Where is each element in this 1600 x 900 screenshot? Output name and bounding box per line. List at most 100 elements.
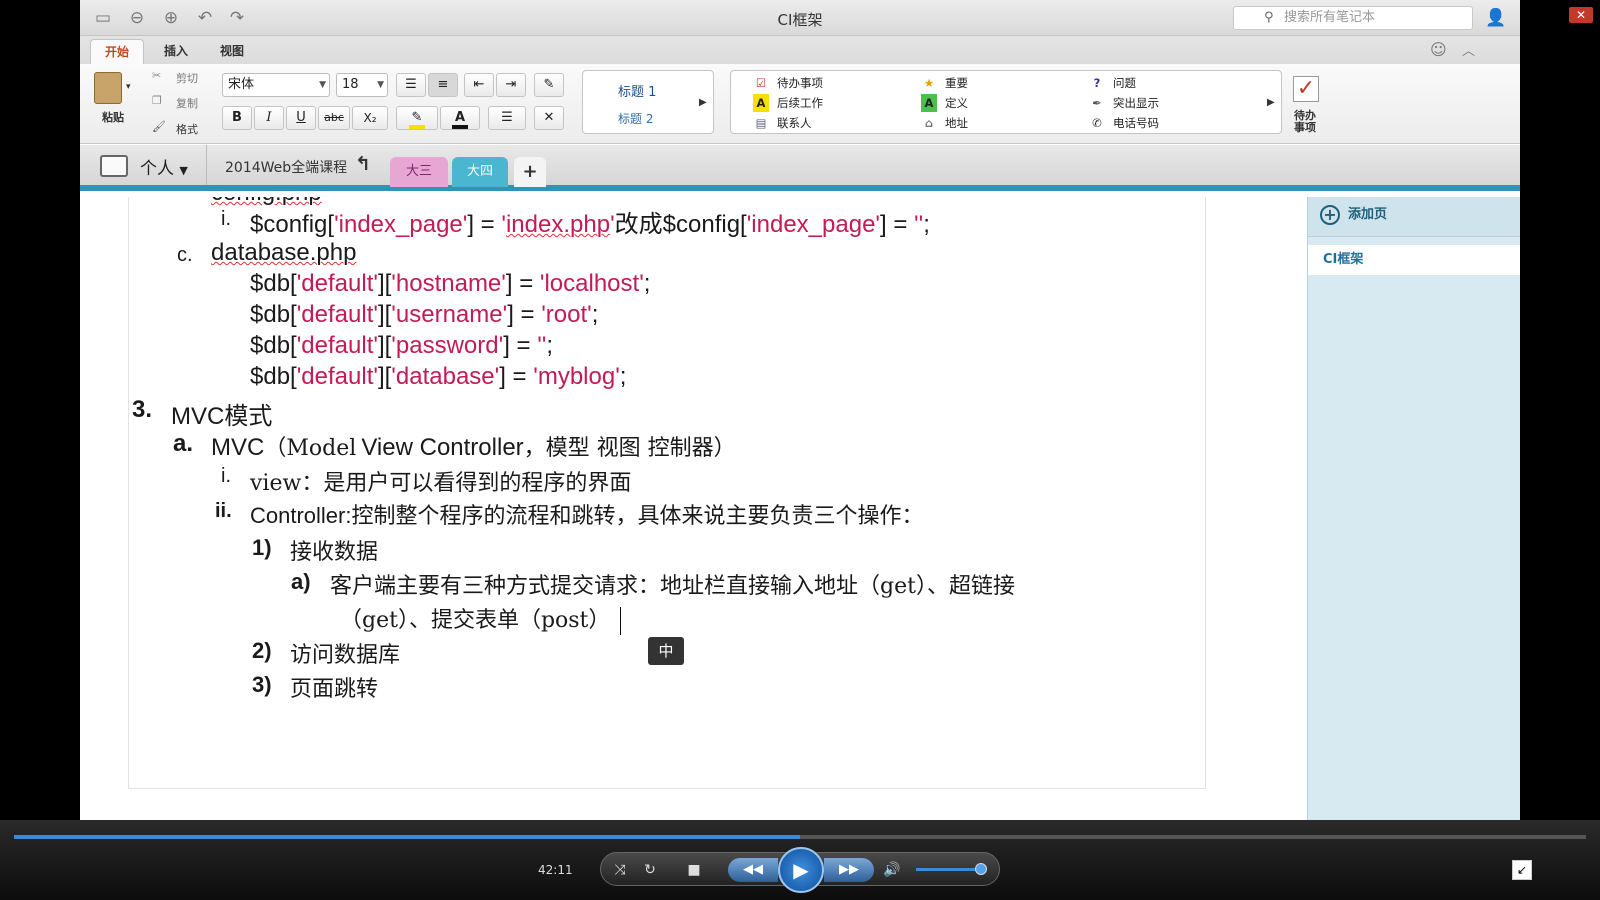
bullet-list-button[interactable]: ☰: [396, 73, 426, 97]
tag-todo[interactable]: ☑ 待办事项: [753, 74, 823, 92]
increase-indent-button[interactable]: ⇥: [496, 73, 526, 97]
volume-slider[interactable]: [916, 863, 987, 875]
paste-button[interactable]: 粘贴: [102, 109, 124, 125]
close-icon[interactable]: ✕: [1569, 7, 1593, 23]
numbered-list-button[interactable]: ≡: [428, 73, 458, 97]
delete-button[interactable]: ✕: [534, 106, 564, 130]
code-text: $db[: [250, 332, 297, 359]
code-string: 'default': [296, 363, 378, 390]
back-arrow-icon[interactable]: ↰: [355, 153, 371, 175]
bold-button[interactable]: B: [222, 106, 252, 130]
italic-button[interactable]: I: [254, 106, 284, 130]
repeat-icon[interactable]: ↻: [637, 858, 663, 882]
tag-label: 电话号码: [1113, 116, 1159, 130]
volume-knob[interactable]: [975, 863, 987, 875]
outline-marker-a-sub: a): [291, 569, 311, 594]
index-page-line: $config['index_page'] = 'index.php'改成$co…: [250, 204, 930, 239]
strikethrough-button[interactable]: abc: [318, 106, 350, 130]
section-group-link[interactable]: 2014Web全端课程: [225, 157, 347, 177]
database-php-heading: database.php: [211, 239, 356, 267]
code-string: 'database': [391, 363, 500, 390]
shuffle-icon[interactable]: ⤨: [607, 858, 633, 882]
plus-circle-icon: +: [1320, 205, 1340, 225]
highlighter-icon: ✎: [408, 110, 426, 129]
request-methods-line-2[interactable]: （get）、提交表单（post）: [340, 602, 622, 635]
note-page[interactable]: b. config.php i. $config['index_page'] =…: [80, 197, 1307, 830]
db-line-database: $db['default']['database'] = 'myblog';: [250, 363, 627, 390]
search-input[interactable]: ⚲ 搜索所有笔记本: [1233, 6, 1473, 30]
outline-marker-ii: ii.: [215, 500, 232, 522]
paste-clipboard-icon[interactable]: [94, 72, 122, 104]
format-painter-button[interactable]: 格式: [176, 121, 198, 137]
add-page-button[interactable]: + 添加页: [1308, 197, 1520, 237]
tab-section-dasan[interactable]: 大三: [390, 157, 448, 187]
volume-icon[interactable]: 🔊: [879, 858, 905, 882]
chevron-down-icon: ▼: [319, 80, 326, 90]
code-string: 'hostname': [391, 270, 506, 297]
subscript-button[interactable]: X₂: [352, 106, 388, 130]
tag-label: 待办事项: [777, 76, 823, 90]
tab-section-dasi[interactable]: 大四: [452, 157, 508, 187]
fast-forward-button[interactable]: ▶▶: [824, 858, 874, 882]
font-name-select[interactable]: 宋体 ▼: [222, 73, 330, 97]
tab-view[interactable]: 视图: [214, 39, 250, 64]
outdent-icon: ⇤: [473, 77, 485, 92]
exit-fullscreen-icon[interactable]: ↙: [1512, 860, 1532, 880]
rewind-icon: ◀◀: [743, 862, 763, 877]
tag-label: 后续工作: [777, 96, 823, 110]
progress-fill: [14, 835, 800, 839]
progress-track[interactable]: [14, 835, 1586, 839]
tag-definition[interactable]: A 定义: [921, 94, 968, 112]
tag-question[interactable]: ? 问题: [1089, 74, 1136, 92]
font-size-select[interactable]: 18 ▼: [336, 73, 388, 97]
copy-button[interactable]: 复制: [176, 95, 198, 111]
clear-formatting-button[interactable]: ✎: [534, 73, 564, 97]
outline-marker-i: i.: [221, 208, 231, 230]
add-section-button[interactable]: +: [514, 157, 546, 187]
align-button[interactable]: ☰: [488, 106, 526, 130]
tab-insert[interactable]: 插入: [158, 39, 194, 64]
page-item-ci[interactable]: CI框架: [1308, 245, 1520, 275]
tags-more-arrow-icon[interactable]: ▶: [1267, 97, 1275, 108]
phone-icon: ✆: [1092, 116, 1102, 130]
paste-dropdown-icon[interactable]: ▾: [126, 82, 131, 92]
db-line-hostname: $db['default']['hostname'] = 'localhost'…: [250, 270, 651, 297]
rewind-button[interactable]: ◀◀: [728, 858, 778, 882]
tag-followup[interactable]: A 后续工作: [753, 94, 823, 112]
mvc-model: （Model: [264, 436, 357, 461]
highlight-color-button[interactable]: ✎: [396, 106, 438, 130]
tag-contact[interactable]: ▤ 联系人: [753, 114, 812, 132]
font-color-button[interactable]: A: [440, 106, 480, 130]
cut-button[interactable]: 剪切: [176, 70, 198, 86]
outline-marker-i: i.: [221, 465, 231, 487]
underline-button[interactable]: U: [286, 106, 316, 130]
copy-icon: ❐: [152, 94, 162, 107]
notebook-selector[interactable]: 个人 ▼: [140, 154, 188, 179]
code-string: index.php: [505, 211, 611, 238]
code-text: ;: [923, 211, 930, 238]
stop-icon[interactable]: ■: [681, 858, 707, 882]
todo-checkbox-icon[interactable]: ✓: [1293, 76, 1319, 102]
tag-highlight[interactable]: ✒ 突出显示: [1089, 94, 1159, 112]
tag-address[interactable]: ⌂ 地址: [921, 114, 968, 132]
tag-important[interactable]: ★ 重要: [921, 74, 968, 92]
feedback-smiley-icon[interactable]: ☺: [1430, 40, 1447, 59]
code-string: 'myblog': [533, 363, 620, 390]
tag-phone[interactable]: ✆ 电话号码: [1089, 114, 1159, 132]
play-button[interactable]: ▶: [778, 847, 824, 893]
collapse-ribbon-icon[interactable]: ︿: [1462, 40, 1475, 59]
decrease-indent-button[interactable]: ⇤: [464, 73, 494, 97]
todo-tag-button[interactable]: 待办 事项: [1294, 110, 1316, 134]
code-string: 'username': [391, 301, 508, 328]
style-heading-2[interactable]: 标题 2: [618, 110, 653, 127]
style-heading-1[interactable]: 标题 1: [618, 81, 656, 100]
ime-indicator[interactable]: 中: [648, 637, 684, 665]
scissors-icon: ✂: [152, 69, 162, 82]
playback-time: 42:11: [538, 863, 573, 877]
search-icon: ⚲: [1264, 10, 1274, 25]
share-user-icon[interactable]: 👤: [1485, 7, 1507, 29]
styles-more-arrow-icon[interactable]: ▶: [699, 97, 707, 108]
bullet-list-icon: ☰: [405, 77, 417, 92]
tab-home[interactable]: 开始: [90, 39, 144, 64]
tag-label: 问题: [1113, 76, 1136, 90]
